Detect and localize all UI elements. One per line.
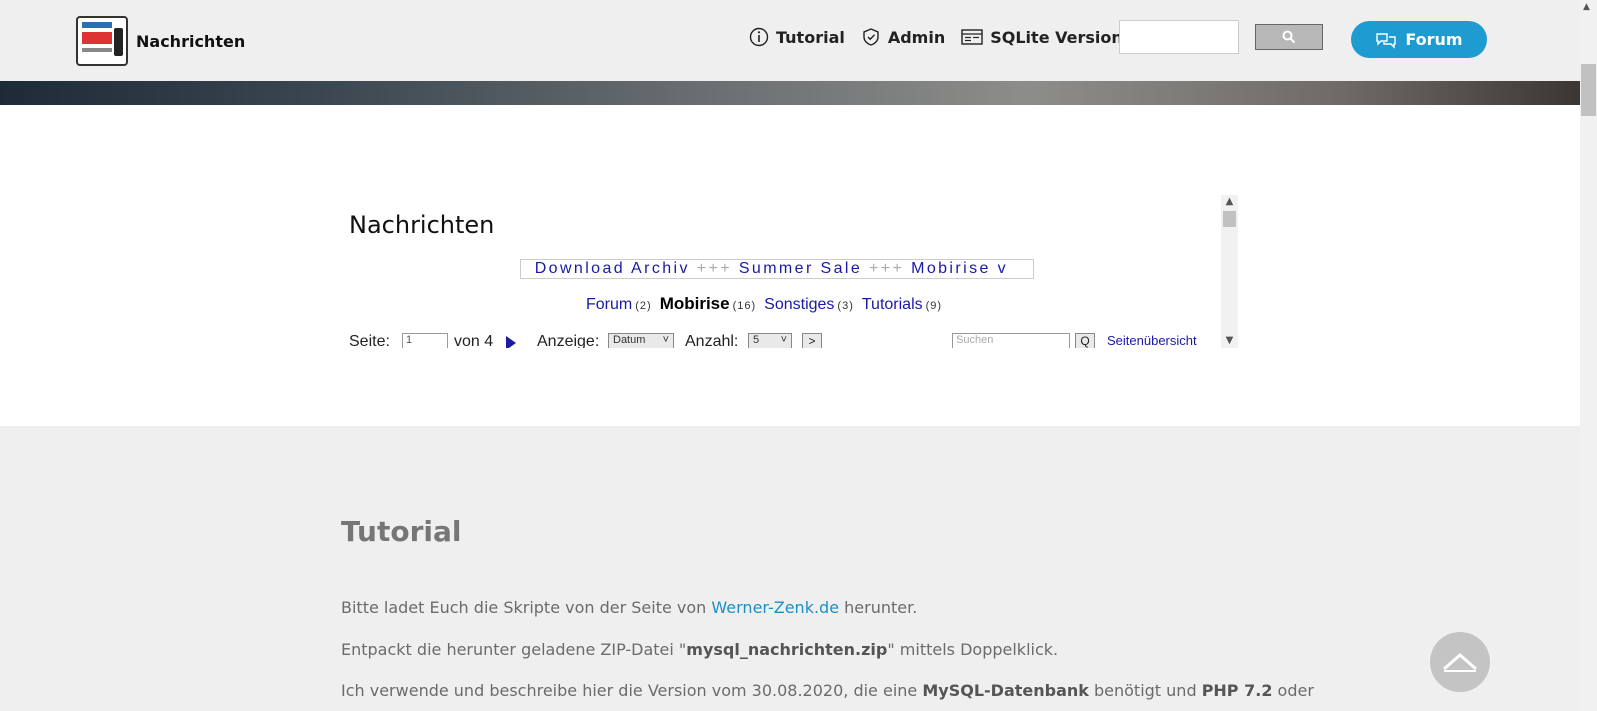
ticker-item[interactable]: Summer Sale xyxy=(739,260,862,277)
next-page-icon[interactable] xyxy=(506,336,516,348)
nav-admin-label: Admin xyxy=(887,27,946,47)
page-number-input[interactable]: 1 xyxy=(402,333,448,348)
news-section: Nachrichten Download Archiv +++ Summer S… xyxy=(0,105,1580,426)
site-search-button[interactable] xyxy=(1255,24,1323,50)
site-search-input[interactable] xyxy=(1119,20,1239,54)
chat-icon xyxy=(1376,32,1397,49)
page-label: Seite: xyxy=(349,333,390,348)
brand[interactable]: Nachrichten xyxy=(76,16,245,66)
ticker-separator: +++ xyxy=(696,260,732,277)
nav-tutorial-label: Tutorial xyxy=(776,27,845,47)
page-scrollbar[interactable]: ▲ xyxy=(1580,0,1597,711)
ticker-item[interactable]: Mobirise v xyxy=(911,260,1008,277)
tutorial-paragraph-2: Entpackt die herunter geladene ZIP-Datei… xyxy=(341,640,1059,659)
nav-links: Tutorial Admin SQLite Version xyxy=(749,27,1139,47)
werner-zenk-link[interactable]: Werner-Zenk.de xyxy=(711,598,839,617)
category-mobirise[interactable]: Mobirise (16) xyxy=(660,294,756,314)
scroll-to-top-button[interactable] xyxy=(1430,632,1490,692)
scroll-up-icon[interactable]: ▲ xyxy=(1221,195,1238,209)
frame-search-button[interactable]: Q xyxy=(1075,333,1095,348)
nav-admin[interactable]: Admin xyxy=(861,27,945,47)
forum-button-label: Forum xyxy=(1405,30,1463,49)
scroll-down-icon[interactable]: ▼ xyxy=(1221,334,1238,348)
news-ticker[interactable]: Download Archiv +++ Summer Sale +++ Mobi… xyxy=(520,259,1034,279)
overview-link[interactable]: Seitenübersicht xyxy=(1107,333,1197,348)
frame-title: Nachrichten xyxy=(349,211,495,239)
forum-button[interactable]: Forum xyxy=(1351,21,1487,58)
ticker-separator: +++ xyxy=(869,260,905,277)
nav-sqlite-label: SQLite Version xyxy=(990,27,1123,47)
category-sonstiges[interactable]: Sonstiges (3) xyxy=(764,296,854,314)
page-scroll-up-icon[interactable]: ▲ xyxy=(1583,2,1590,12)
info-icon xyxy=(749,27,769,47)
ticker-item[interactable]: Download Archiv xyxy=(535,260,690,277)
nav-tutorial[interactable]: Tutorial xyxy=(749,27,845,47)
frame-search-input[interactable]: Suchen xyxy=(952,333,1070,348)
brand-title: Nachrichten xyxy=(136,31,246,51)
logo-icon xyxy=(76,16,128,66)
tutorial-heading: Tutorial xyxy=(341,515,462,548)
category-forum[interactable]: Forum (2) xyxy=(586,296,652,314)
count-select[interactable]: 5 ˅ xyxy=(748,333,792,348)
display-label: Anzeige: xyxy=(537,333,600,348)
tutorial-paragraph-1: Bitte ladet Euch die Skripte von der Sei… xyxy=(341,598,918,617)
frame-scrollbar[interactable]: ▲ ▼ xyxy=(1221,195,1238,348)
database-card-icon xyxy=(961,29,983,45)
page-of-label: von 4 xyxy=(454,333,494,348)
category-tutorials[interactable]: Tutorials (9) xyxy=(862,296,942,314)
go-button[interactable]: > xyxy=(802,333,822,348)
scroll-thumb[interactable] xyxy=(1223,211,1236,227)
display-select[interactable]: Datum ˅ xyxy=(608,333,674,348)
tutorial-paragraph-3: Ich verwende und beschreibe hier die Ver… xyxy=(341,681,1314,700)
page-scroll-thumb[interactable] xyxy=(1581,64,1596,116)
shield-icon xyxy=(863,28,879,46)
search-icon xyxy=(1282,30,1296,44)
pagination-controls: Seite: 1 von 4 Anzeige: Datum ˅ Anzahl: … xyxy=(343,333,1213,348)
navbar: Nachrichten Tutorial Admin SQLite Versio… xyxy=(0,0,1580,81)
category-list: Forum (2) Mobirise (16) Sonstiges (3) Tutor… xyxy=(586,294,950,314)
chevron-up-icon xyxy=(1443,653,1477,672)
count-label: Anzahl: xyxy=(685,333,739,348)
news-frame: Nachrichten Download Archiv +++ Summer S… xyxy=(343,196,1238,348)
nav-sqlite[interactable]: SQLite Version xyxy=(961,28,1123,47)
hero-image-strip xyxy=(0,81,1580,105)
